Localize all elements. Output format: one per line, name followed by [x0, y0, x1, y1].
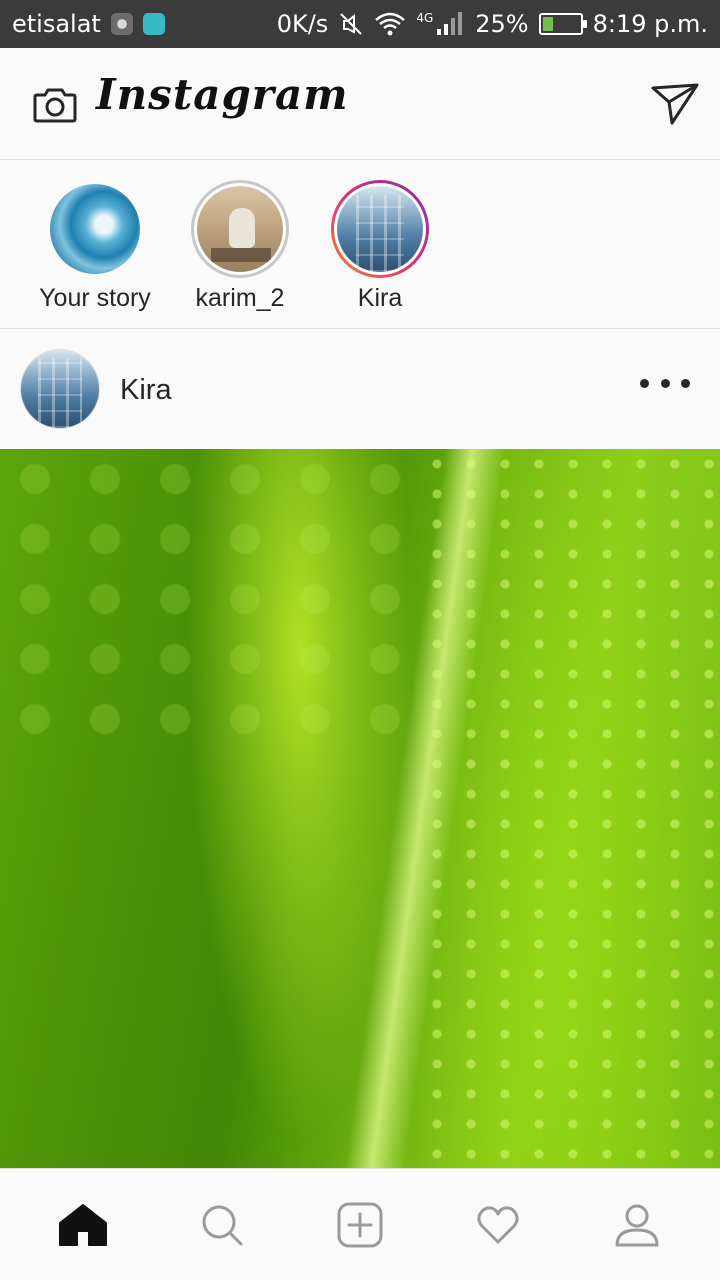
mute-icon — [340, 13, 363, 35]
dot — [681, 378, 690, 388]
camera-icon[interactable] — [33, 85, 77, 123]
wifi-icon — [375, 12, 406, 36]
more-options-icon[interactable] — [640, 376, 690, 390]
image-bokeh — [0, 449, 420, 749]
direct-message-icon[interactable] — [650, 82, 700, 126]
search-icon — [202, 1205, 243, 1245]
story-ring-inner — [334, 183, 426, 275]
story-label: Your story — [39, 284, 151, 312]
nav-new-post[interactable] — [328, 1193, 392, 1257]
status-left: etisalat — [12, 10, 277, 38]
signal-icon — [437, 12, 463, 35]
network-type: 4G — [416, 11, 434, 25]
nav-activity[interactable] — [466, 1193, 530, 1257]
battery-level-fill — [542, 17, 553, 31]
carrier-label: etisalat — [12, 10, 101, 38]
nav-home[interactable] — [51, 1193, 115, 1257]
post-header: Kira — [0, 330, 720, 449]
nav-search[interactable] — [190, 1193, 254, 1257]
story-ring — [46, 180, 144, 278]
top-app-bar: Instagram — [0, 48, 720, 160]
net-speed: 0K/s — [276, 10, 329, 38]
story-label: karim_2 — [195, 284, 285, 312]
dot — [640, 378, 649, 388]
your-story-avatar — [50, 184, 140, 274]
image-water-drops — [420, 449, 720, 1168]
add-post-icon — [337, 1202, 383, 1247]
story-ring-unseen — [331, 180, 429, 278]
kira-story-avatar — [337, 186, 423, 272]
story-ring-seen — [191, 180, 289, 278]
post-image[interactable] — [0, 449, 720, 1168]
status-right: 0K/s 4G 25% 8:19 p.m. — [277, 10, 708, 38]
dot — [660, 378, 670, 388]
battery-percent: 25% — [475, 10, 529, 38]
story-kira[interactable]: Kira — [310, 180, 450, 313]
status-bar: etisalat 0K/s 4G 25% 8:19 p.m. — [0, 0, 720, 48]
clock: 8:19 p.m. — [592, 10, 708, 38]
story-ring-inner — [194, 183, 286, 275]
notification-app-icon — [110, 13, 133, 35]
post-username[interactable]: Kira — [120, 374, 172, 407]
heart-icon — [477, 1205, 519, 1243]
story-karim-2[interactable]: karim_2 — [170, 180, 310, 313]
battery-icon — [538, 13, 587, 35]
story-label: Kira — [357, 284, 403, 312]
story-your-story[interactable]: Your story — [25, 180, 165, 313]
bottom-navigation — [0, 1168, 720, 1280]
karim-2-avatar — [197, 186, 283, 272]
android-debug-icon — [142, 13, 165, 35]
profile-icon — [615, 1204, 659, 1246]
stories-tray: Your story karim_2 Kira — [0, 160, 720, 329]
post-author-avatar[interactable] — [20, 349, 100, 429]
home-icon — [59, 1203, 108, 1246]
nav-profile[interactable] — [605, 1193, 669, 1257]
instagram-logo: Instagram — [96, 70, 349, 119]
